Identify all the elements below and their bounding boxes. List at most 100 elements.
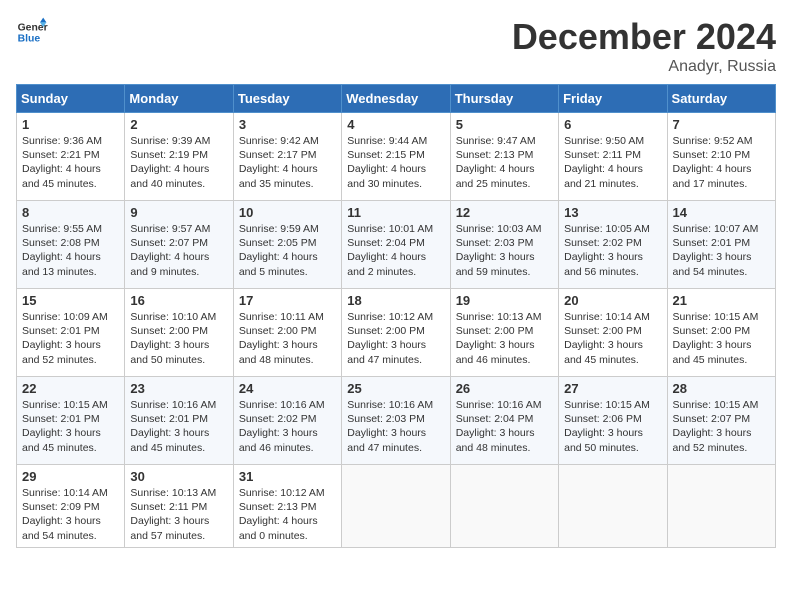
header-cell-friday: Friday	[559, 85, 667, 113]
day-info-line: Daylight: 4 hours	[564, 162, 661, 176]
day-info-line: Daylight: 3 hours	[564, 250, 661, 264]
calendar-body: 1Sunrise: 9:36 AMSunset: 2:21 PMDaylight…	[17, 113, 776, 548]
day-info-line: and 9 minutes.	[130, 265, 227, 279]
day-number: 6	[564, 117, 661, 132]
header-cell-tuesday: Tuesday	[233, 85, 341, 113]
day-number: 10	[239, 205, 336, 220]
day-info-line: and 45 minutes.	[22, 441, 119, 455]
day-info-line: Sunrise: 10:12 AM	[347, 310, 444, 324]
day-info-line: Daylight: 3 hours	[22, 514, 119, 528]
day-cell: 17Sunrise: 10:11 AMSunset: 2:00 PMDaylig…	[233, 289, 341, 377]
day-info-line: Sunset: 2:11 PM	[564, 148, 661, 162]
day-cell: 5Sunrise: 9:47 AMSunset: 2:13 PMDaylight…	[450, 113, 558, 201]
title-area: December 2024 Anadyr, Russia	[512, 16, 776, 76]
day-cell: 25Sunrise: 10:16 AMSunset: 2:03 PMDaylig…	[342, 377, 450, 465]
day-info-line: Sunset: 2:04 PM	[347, 236, 444, 250]
day-info-line: Daylight: 4 hours	[239, 250, 336, 264]
day-cell: 4Sunrise: 9:44 AMSunset: 2:15 PMDaylight…	[342, 113, 450, 201]
day-info-line: Daylight: 4 hours	[456, 162, 553, 176]
day-info-line: Daylight: 4 hours	[130, 162, 227, 176]
header-row: SundayMondayTuesdayWednesdayThursdayFrid…	[17, 85, 776, 113]
day-info-line: and 46 minutes.	[456, 353, 553, 367]
day-cell: 21Sunrise: 10:15 AMSunset: 2:00 PMDaylig…	[667, 289, 775, 377]
day-info-line: Sunset: 2:00 PM	[564, 324, 661, 338]
day-number: 21	[673, 293, 770, 308]
logo-icon: General Blue	[16, 16, 48, 48]
day-info-line: Sunset: 2:07 PM	[130, 236, 227, 250]
day-info-line: and 50 minutes.	[564, 441, 661, 455]
day-info-line: Sunset: 2:04 PM	[456, 412, 553, 426]
day-info-line: Daylight: 3 hours	[673, 250, 770, 264]
day-info-line: Sunset: 2:08 PM	[22, 236, 119, 250]
header-cell-monday: Monday	[125, 85, 233, 113]
day-cell: 11Sunrise: 10:01 AMSunset: 2:04 PMDaylig…	[342, 201, 450, 289]
day-info-line: Daylight: 3 hours	[673, 338, 770, 352]
day-info-line: Sunrise: 9:52 AM	[673, 134, 770, 148]
day-cell: 29Sunrise: 10:14 AMSunset: 2:09 PMDaylig…	[17, 465, 125, 548]
header-cell-thursday: Thursday	[450, 85, 558, 113]
day-cell: 26Sunrise: 10:16 AMSunset: 2:04 PMDaylig…	[450, 377, 558, 465]
day-cell: 13Sunrise: 10:05 AMSunset: 2:02 PMDaylig…	[559, 201, 667, 289]
day-cell: 16Sunrise: 10:10 AMSunset: 2:00 PMDaylig…	[125, 289, 233, 377]
day-number: 2	[130, 117, 227, 132]
day-number: 28	[673, 381, 770, 396]
day-info-line: and 56 minutes.	[564, 265, 661, 279]
day-number: 5	[456, 117, 553, 132]
day-info-line: Sunrise: 9:36 AM	[22, 134, 119, 148]
day-info-line: and 45 minutes.	[22, 177, 119, 191]
day-info-line: Sunset: 2:09 PM	[22, 500, 119, 514]
calendar-header: SundayMondayTuesdayWednesdayThursdayFrid…	[17, 85, 776, 113]
day-info-line: Daylight: 4 hours	[22, 250, 119, 264]
day-info-line: Daylight: 3 hours	[22, 426, 119, 440]
day-info-line: Sunrise: 9:50 AM	[564, 134, 661, 148]
day-info-line: Sunset: 2:03 PM	[347, 412, 444, 426]
day-info-line: Sunset: 2:15 PM	[347, 148, 444, 162]
day-info-line: and 35 minutes.	[239, 177, 336, 191]
day-info-line: Sunrise: 10:16 AM	[456, 398, 553, 412]
day-info-line: and 30 minutes.	[347, 177, 444, 191]
header-cell-sunday: Sunday	[17, 85, 125, 113]
day-info-line: Sunset: 2:00 PM	[347, 324, 444, 338]
day-number: 18	[347, 293, 444, 308]
day-info-line: and 48 minutes.	[456, 441, 553, 455]
day-info-line: Sunset: 2:21 PM	[22, 148, 119, 162]
day-number: 31	[239, 469, 336, 484]
day-info-line: Sunrise: 10:13 AM	[130, 486, 227, 500]
day-number: 7	[673, 117, 770, 132]
day-number: 23	[130, 381, 227, 396]
week-row-4: 22Sunrise: 10:15 AMSunset: 2:01 PMDaylig…	[17, 377, 776, 465]
day-info-line: Daylight: 4 hours	[347, 250, 444, 264]
day-info-line: Daylight: 4 hours	[239, 162, 336, 176]
day-info-line: and 57 minutes.	[130, 529, 227, 543]
day-info-line: and 0 minutes.	[239, 529, 336, 543]
day-info-line: and 2 minutes.	[347, 265, 444, 279]
day-info-line: Sunrise: 10:15 AM	[564, 398, 661, 412]
day-cell	[450, 465, 558, 548]
day-info-line: Sunset: 2:02 PM	[564, 236, 661, 250]
day-info-line: Daylight: 3 hours	[673, 426, 770, 440]
day-info-line: Daylight: 3 hours	[456, 426, 553, 440]
day-cell: 14Sunrise: 10:07 AMSunset: 2:01 PMDaylig…	[667, 201, 775, 289]
day-number: 3	[239, 117, 336, 132]
day-number: 30	[130, 469, 227, 484]
day-info-line: Sunrise: 10:14 AM	[22, 486, 119, 500]
day-info-line: Sunrise: 10:11 AM	[239, 310, 336, 324]
day-info-line: Daylight: 3 hours	[130, 514, 227, 528]
day-info-line: Sunset: 2:17 PM	[239, 148, 336, 162]
day-cell: 20Sunrise: 10:14 AMSunset: 2:00 PMDaylig…	[559, 289, 667, 377]
day-info-line: Daylight: 3 hours	[347, 338, 444, 352]
day-info-line: Sunrise: 10:15 AM	[673, 398, 770, 412]
day-cell	[667, 465, 775, 548]
day-info-line: and 5 minutes.	[239, 265, 336, 279]
day-info-line: Daylight: 3 hours	[239, 426, 336, 440]
day-number: 25	[347, 381, 444, 396]
day-number: 20	[564, 293, 661, 308]
day-info-line: and 45 minutes.	[130, 441, 227, 455]
day-info-line: and 47 minutes.	[347, 353, 444, 367]
day-info-line: and 52 minutes.	[22, 353, 119, 367]
day-number: 22	[22, 381, 119, 396]
day-info-line: Sunset: 2:00 PM	[239, 324, 336, 338]
day-info-line: Daylight: 3 hours	[130, 338, 227, 352]
day-info-line: and 13 minutes.	[22, 265, 119, 279]
day-info-line: Sunrise: 10:01 AM	[347, 222, 444, 236]
